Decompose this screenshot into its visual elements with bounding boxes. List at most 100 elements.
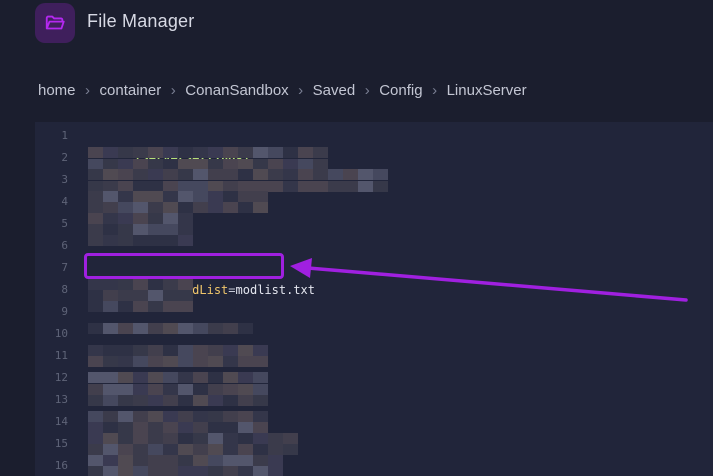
blur-block (208, 455, 223, 466)
blur-block (133, 356, 148, 367)
blur-block (208, 191, 223, 202)
blur-block (148, 345, 163, 356)
blur-block (253, 191, 268, 202)
blur-block (238, 356, 253, 367)
line-number: 1 (61, 129, 68, 142)
blur-block (148, 290, 163, 301)
blur-block (298, 169, 313, 180)
blur-block (208, 202, 223, 213)
blur-block (253, 202, 268, 213)
folder-open-icon[interactable] (35, 3, 75, 43)
blur-block (313, 147, 328, 158)
blur-block (148, 213, 163, 224)
blur-block (223, 323, 238, 334)
blur-block (103, 323, 118, 334)
blur-block (283, 147, 298, 158)
blur-block (208, 169, 223, 180)
blur-block (148, 169, 163, 180)
blur-block (88, 372, 103, 383)
blur-block (133, 466, 148, 476)
blur-block (238, 169, 253, 180)
blur-block (208, 422, 223, 433)
blur-block (103, 345, 118, 356)
breadcrumb-item-linuxserver[interactable]: LinuxServer (447, 82, 527, 99)
blur-block (133, 433, 148, 444)
blur-block (118, 466, 133, 476)
blur-block (118, 372, 133, 383)
blur-block (88, 356, 103, 367)
blur-block (253, 411, 268, 422)
breadcrumb-item-config[interactable]: Config (379, 82, 422, 99)
blur-block (268, 444, 283, 455)
blur-block (103, 384, 118, 395)
blur-block (148, 147, 163, 158)
blur-block (193, 395, 208, 406)
blur-block (163, 433, 178, 444)
blur-block (148, 395, 163, 406)
blur-block (178, 395, 193, 406)
blur-block (178, 356, 193, 367)
line-number: 11 (54, 349, 68, 362)
blur-block (283, 169, 298, 180)
line-number: 8 (61, 283, 68, 296)
blur-block (178, 301, 193, 312)
breadcrumb-item-saved[interactable]: Saved (313, 82, 356, 99)
blur-block (208, 323, 223, 334)
blur-block (223, 466, 238, 476)
app-header: File Manager (0, 0, 713, 50)
blur-block (163, 466, 178, 476)
blur-block (163, 301, 178, 312)
blur-block (238, 345, 253, 356)
blur-block (193, 422, 208, 433)
blur-block (208, 147, 223, 158)
blur-block (103, 290, 118, 301)
blur-block (118, 147, 133, 158)
blur-block (163, 395, 178, 406)
blur-block (223, 384, 238, 395)
blur-block (133, 411, 148, 422)
blur-block (253, 169, 268, 180)
breadcrumb-item-container[interactable]: container (100, 82, 162, 99)
code-editor[interactable]: 1 2 3 4 5 6 7 8 9 10 11 12 13 14 15 16 [… (35, 122, 713, 476)
blur-block (133, 147, 148, 158)
blur-block (133, 384, 148, 395)
blur-block (208, 384, 223, 395)
blur-block (223, 356, 238, 367)
blur-block (193, 202, 208, 213)
blur-block (88, 279, 103, 290)
blur-block (103, 356, 118, 367)
blur-block (148, 323, 163, 334)
blur-block (253, 433, 268, 444)
blur-block (193, 444, 208, 455)
blur-block (163, 224, 178, 235)
blur-block (148, 444, 163, 455)
blur-block (223, 147, 238, 158)
blur-block (178, 345, 193, 356)
blur-block (133, 191, 148, 202)
blur-block (133, 235, 148, 246)
breadcrumb-item-conansandbox[interactable]: ConanSandbox (185, 82, 288, 99)
blur-block (238, 372, 253, 383)
blur-block (133, 395, 148, 406)
blur-block (193, 356, 208, 367)
blur-block (133, 323, 148, 334)
blur-block (223, 372, 238, 383)
blur-block (118, 301, 133, 312)
blur-block (163, 235, 178, 246)
blur-block (118, 290, 133, 301)
blur-block (178, 384, 193, 395)
line-number: 6 (61, 239, 68, 252)
breadcrumb-item-home[interactable]: home (38, 82, 76, 99)
chevron-right-icon: › (170, 81, 176, 99)
blur-block (268, 169, 283, 180)
blur-block (193, 411, 208, 422)
blur-block (163, 444, 178, 455)
blur-block (178, 455, 193, 466)
blur-block (238, 411, 253, 422)
blur-block (313, 181, 328, 192)
blur-block (88, 345, 103, 356)
line-number: 3 (61, 173, 68, 186)
blur-block (133, 224, 148, 235)
blur-block (178, 202, 193, 213)
line-number: 7 (61, 261, 68, 274)
